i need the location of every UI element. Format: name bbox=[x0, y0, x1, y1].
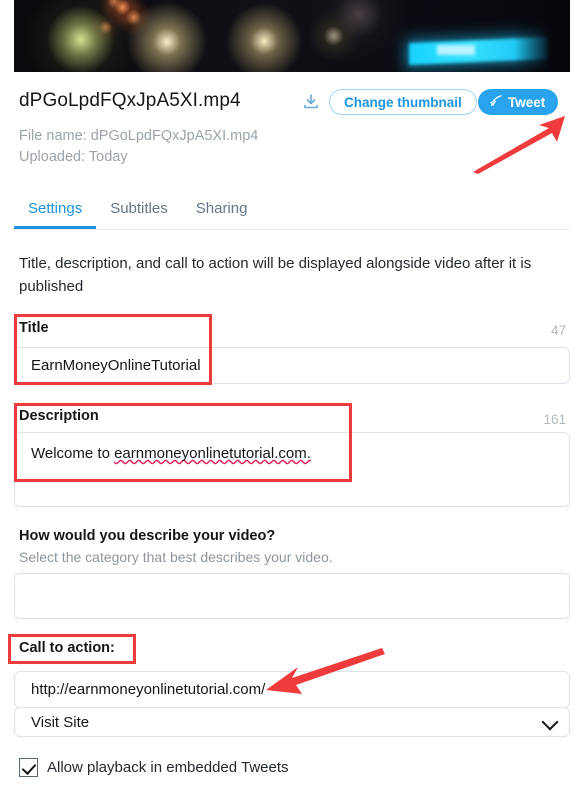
intro-text: Title, description, and call to action w… bbox=[19, 255, 532, 295]
description-label: Description bbox=[19, 408, 99, 424]
call-to-action-label: Call to action: bbox=[19, 640, 115, 656]
video-settings-page: dPGoLpdFQxJpA5XI.mp4 File name: dPGoLpdF… bbox=[0, 0, 585, 790]
change-thumbnail-label: Change thumbnail bbox=[344, 94, 462, 110]
title-label: Title bbox=[19, 320, 49, 336]
quill-pen-icon bbox=[489, 94, 503, 111]
description-input[interactable]: Welcome to earnmoneyonlinetutorial.com. bbox=[14, 432, 570, 507]
tab-settings[interactable]: Settings bbox=[14, 196, 97, 229]
tweet-button[interactable]: Tweet bbox=[478, 89, 559, 115]
tweet-label: Tweet bbox=[508, 94, 546, 110]
call-to-action-select[interactable]: Visit Site bbox=[14, 707, 570, 737]
description-text-misspelled: earnmoneyonlinetutorial.com. bbox=[114, 445, 311, 462]
settings-tabs: Settings Subtitles Sharing bbox=[14, 196, 570, 229]
allow-playback-row[interactable]: Allow playback in embedded Tweets bbox=[19, 758, 289, 777]
category-input[interactable] bbox=[14, 573, 570, 619]
call-to-action-select-wrap: Visit Site bbox=[14, 707, 570, 737]
thumbnail-neon-highlight bbox=[436, 45, 476, 55]
download-icon[interactable] bbox=[301, 92, 321, 112]
tab-sharing[interactable]: Sharing bbox=[182, 196, 262, 229]
change-thumbnail-button[interactable]: Change thumbnail bbox=[329, 89, 477, 115]
page-title: dPGoLpdFQxJpA5XI.mp4 bbox=[19, 90, 241, 111]
uploaded-label: Uploaded: Today bbox=[19, 149, 128, 165]
call-to-action-url-input[interactable] bbox=[14, 671, 570, 708]
allow-playback-checkbox[interactable] bbox=[19, 758, 38, 777]
allow-playback-label: Allow playback in embedded Tweets bbox=[47, 759, 289, 776]
thumbnail-vignette bbox=[514, 0, 570, 72]
tabs-divider bbox=[14, 229, 570, 230]
video-thumbnail[interactable] bbox=[14, 0, 570, 72]
title-input[interactable] bbox=[14, 347, 570, 384]
category-sublabel: Select the category that best describes … bbox=[19, 549, 333, 565]
tab-subtitles[interactable]: Subtitles bbox=[96, 196, 182, 229]
description-text-plain: Welcome to bbox=[31, 445, 115, 462]
description-counter: 161 bbox=[543, 412, 566, 427]
file-name-label: File name: dPGoLpdFQxJpA5XI.mp4 bbox=[19, 128, 259, 144]
title-counter: 47 bbox=[550, 323, 566, 338]
category-label: How would you describe your video? bbox=[19, 528, 276, 544]
arrow-to-tweet-button bbox=[473, 116, 565, 174]
